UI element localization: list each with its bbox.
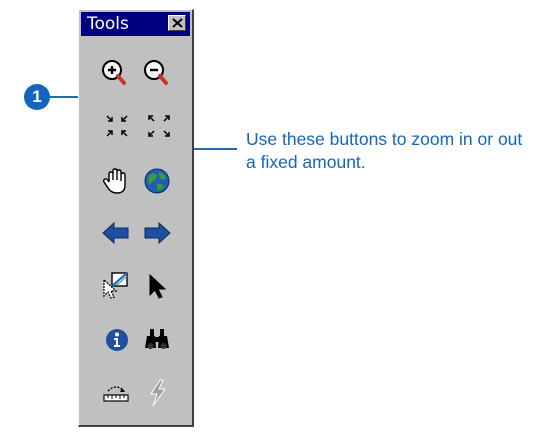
- pan-hand-icon: [102, 168, 126, 194]
- callout-number-badge: 1: [24, 84, 50, 110]
- back-button[interactable]: [101, 218, 131, 248]
- hyperlink-button[interactable]: [145, 378, 175, 408]
- identify-button[interactable]: [103, 326, 133, 356]
- forward-arrow-icon: [144, 221, 171, 245]
- fixed-zoom-in-icon: [106, 115, 128, 137]
- fixed-zoom-in-button[interactable]: [105, 114, 135, 144]
- find-button[interactable]: [142, 326, 172, 356]
- toolbar-titlebar[interactable]: Tools: [81, 12, 190, 36]
- zoom-in-icon: [102, 60, 126, 85]
- find-binoculars-icon: [145, 329, 169, 349]
- measure-button[interactable]: [101, 378, 131, 408]
- fixed-zoom-out-icon: [148, 115, 170, 137]
- zoom-out-button[interactable]: [141, 58, 171, 88]
- hyperlink-lightning-icon: [150, 379, 166, 407]
- select-features-button[interactable]: [101, 270, 131, 300]
- zoom-out-icon: [144, 60, 168, 85]
- back-arrow-icon: [102, 221, 129, 245]
- full-extent-globe-icon: [144, 168, 170, 194]
- callout-text: Use these buttons to zoom in or out a fi…: [246, 129, 523, 172]
- measure-icon: [103, 386, 129, 402]
- close-button[interactable]: [168, 15, 186, 31]
- tools-toolbar: Tools: [78, 9, 194, 427]
- toolbar-title: Tools: [87, 14, 129, 34]
- forward-button[interactable]: [142, 218, 172, 248]
- identify-icon: [106, 329, 128, 351]
- fixed-zoom-out-button[interactable]: [147, 114, 177, 144]
- pan-button[interactable]: [101, 166, 131, 196]
- full-extent-button[interactable]: [142, 166, 172, 196]
- select-elements-button[interactable]: [145, 272, 175, 302]
- close-icon: [172, 18, 183, 28]
- zoom-in-button[interactable]: [99, 58, 129, 88]
- select-elements-icon: [149, 273, 167, 299]
- select-features-icon: [103, 272, 128, 299]
